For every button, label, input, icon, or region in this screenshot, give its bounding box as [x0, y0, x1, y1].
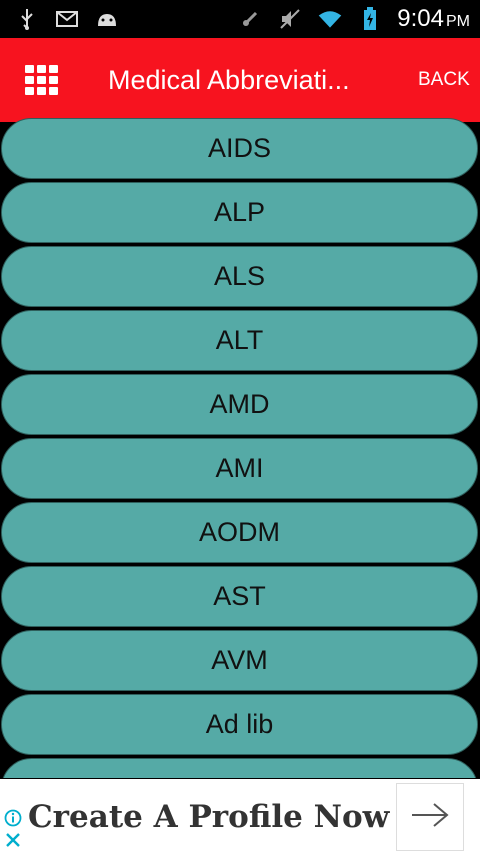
list-item[interactable]: AMD — [1, 374, 478, 435]
ad-arrow-button[interactable] — [396, 783, 464, 851]
list-item[interactable]: AIDS — [1, 118, 478, 179]
ad-headline[interactable]: Create A Profile Now — [28, 799, 389, 835]
ad-close-icon[interactable] — [4, 831, 22, 853]
nfc-icon — [237, 8, 263, 30]
ad-badges — [0, 779, 26, 854]
list-item[interactable] — [1, 758, 478, 778]
list-item[interactable]: Ad lib — [1, 694, 478, 755]
arrow-right-icon — [410, 801, 450, 833]
list-item[interactable]: AODM — [1, 502, 478, 563]
list-item[interactable]: AMI — [1, 438, 478, 499]
wifi-icon — [317, 8, 343, 30]
list-item[interactable]: AVM — [1, 630, 478, 691]
grid-menu-icon[interactable] — [12, 50, 72, 110]
status-right-icons: 9:04 PM — [237, 5, 470, 33]
list-item[interactable]: AST — [1, 566, 478, 627]
ad-banner[interactable]: Create A Profile Now — [0, 779, 480, 854]
status-bar: 9:04 PM — [0, 0, 480, 38]
list-item[interactable]: ALS — [1, 246, 478, 307]
gmail-icon — [54, 8, 80, 30]
app-bar: Medical Abbreviati... BACK — [0, 38, 480, 122]
status-left-icons — [14, 8, 120, 30]
list-item[interactable]: ALT — [1, 310, 478, 371]
mute-icon — [277, 8, 303, 30]
battery-icon — [357, 7, 383, 30]
status-time: 9:04 PM — [397, 5, 470, 32]
android-icon — [94, 8, 120, 30]
page-title: Medical Abbreviati... — [108, 64, 350, 95]
back-button[interactable]: BACK — [418, 69, 470, 91]
usb-icon — [14, 8, 40, 30]
abbreviation-list[interactable]: AIDS ALP ALS ALT AMD AMI AODM AST AVM Ad… — [0, 118, 480, 778]
ad-info-icon[interactable] — [4, 809, 22, 831]
list-item[interactable]: ALP — [1, 182, 478, 243]
